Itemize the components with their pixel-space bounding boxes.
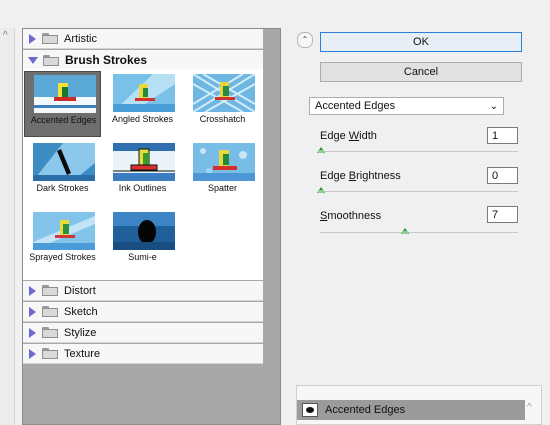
slider-thumb-icon[interactable]: [317, 187, 325, 193]
category-label: Distort: [64, 284, 96, 297]
expand-triangle-icon: [29, 348, 36, 359]
category-label: Sketch: [64, 305, 98, 318]
edge-brightness-label: Edge Brightness: [320, 170, 401, 182]
thumb-spatter[interactable]: Spatter: [184, 140, 261, 206]
folder-icon: [42, 285, 58, 296]
scroll-up-icon[interactable]: ^: [266, 30, 278, 44]
smoothness-label: Smoothness: [320, 210, 382, 222]
ok-button[interactable]: OK: [320, 32, 522, 52]
category-brush-strokes[interactable]: Brush Strokes: [23, 50, 263, 70]
thumbnail-image: [113, 74, 175, 112]
thumbnail-image: [33, 143, 95, 181]
thumbnail-grid: Accented Edges Angled Strokes Crosshatch…: [23, 69, 263, 280]
thumb-dark-strokes[interactable]: Dark Strokes: [24, 140, 101, 206]
eye-icon[interactable]: [302, 403, 318, 417]
folder-icon: [42, 348, 58, 359]
expand-triangle-icon: [29, 33, 36, 44]
cancel-button[interactable]: Cancel: [320, 62, 522, 82]
thumb-sprayed-strokes[interactable]: Sprayed Strokes: [24, 209, 101, 275]
thumbnail-label: Dark Strokes: [36, 183, 89, 193]
collapse-left-icon[interactable]: ^: [3, 30, 8, 41]
thumb-crosshatch[interactable]: Crosshatch: [184, 71, 261, 137]
thumbnail-label: Ink Outlines: [118, 183, 167, 193]
thumbnail-image: [193, 74, 255, 112]
folder-open-icon: [43, 54, 59, 66]
thumbnail-image: [33, 212, 95, 250]
thumbnail-image: [34, 75, 96, 113]
category-label: Stylize: [64, 326, 97, 339]
edge-width-label: Edge Width: [320, 130, 377, 142]
thumb-accented-edges[interactable]: Accented Edges: [24, 71, 101, 137]
thumbnail-image: [193, 143, 255, 181]
slider-thumb-icon[interactable]: [401, 228, 409, 234]
layers-scroll-up-icon[interactable]: ^: [527, 402, 532, 413]
edge-brightness-input[interactable]: 0: [487, 167, 518, 184]
left-gutter: [0, 28, 15, 425]
smoothness-input[interactable]: 7: [487, 206, 518, 223]
edge-width-slider[interactable]: [317, 147, 518, 153]
expand-triangle-icon: [29, 285, 36, 296]
expand-triangle-icon: [29, 327, 36, 338]
chevron-down-icon: ⌄: [489, 100, 498, 112]
thumbnail-label: Crosshatch: [199, 114, 246, 124]
edge-brightness-slider[interactable]: [317, 187, 518, 193]
collapse-triangle-icon: [28, 56, 38, 64]
filter-select-value: Accented Edges: [315, 100, 396, 112]
effect-layer-row[interactable]: Accented Edges: [297, 400, 525, 420]
category-artistic[interactable]: Artistic: [23, 29, 263, 49]
category-texture[interactable]: Texture: [23, 344, 263, 364]
category-stylize[interactable]: Stylize: [23, 323, 263, 343]
collapse-gallery-icon[interactable]: ⌃: [297, 32, 313, 48]
thumbnail-label: Angled Strokes: [111, 114, 174, 124]
thumbnail-label: Spatter: [207, 183, 238, 193]
thumbnail-label: Sprayed Strokes: [29, 252, 96, 262]
category-label: Artistic: [64, 32, 97, 45]
thumbnail-image: [113, 212, 175, 250]
folder-icon: [42, 306, 58, 317]
thumbnail-image: [113, 143, 175, 181]
folder-icon: [42, 327, 58, 338]
filter-select[interactable]: Accented Edges ⌄: [309, 97, 504, 115]
effect-layer-label: Accented Edges: [325, 404, 406, 416]
thumb-sumi-e[interactable]: Sumi-e: [104, 209, 181, 275]
thumbnail-label: Accented Edges: [30, 115, 97, 125]
expand-triangle-icon: [29, 306, 36, 317]
category-sketch[interactable]: Sketch: [23, 302, 263, 322]
category-label: Brush Strokes: [65, 53, 148, 67]
slider-thumb-icon[interactable]: [317, 147, 325, 153]
thumbnail-label: Sumi-e: [128, 252, 157, 262]
thumb-angled-strokes[interactable]: Angled Strokes: [104, 71, 181, 137]
folder-icon: [42, 33, 58, 44]
thumb-ink-outlines[interactable]: Ink Outlines: [104, 140, 181, 206]
smoothness-slider[interactable]: [320, 228, 518, 234]
category-distort[interactable]: Distort: [23, 281, 263, 301]
edge-width-input[interactable]: 1: [487, 127, 518, 144]
category-label: Texture: [64, 347, 101, 360]
